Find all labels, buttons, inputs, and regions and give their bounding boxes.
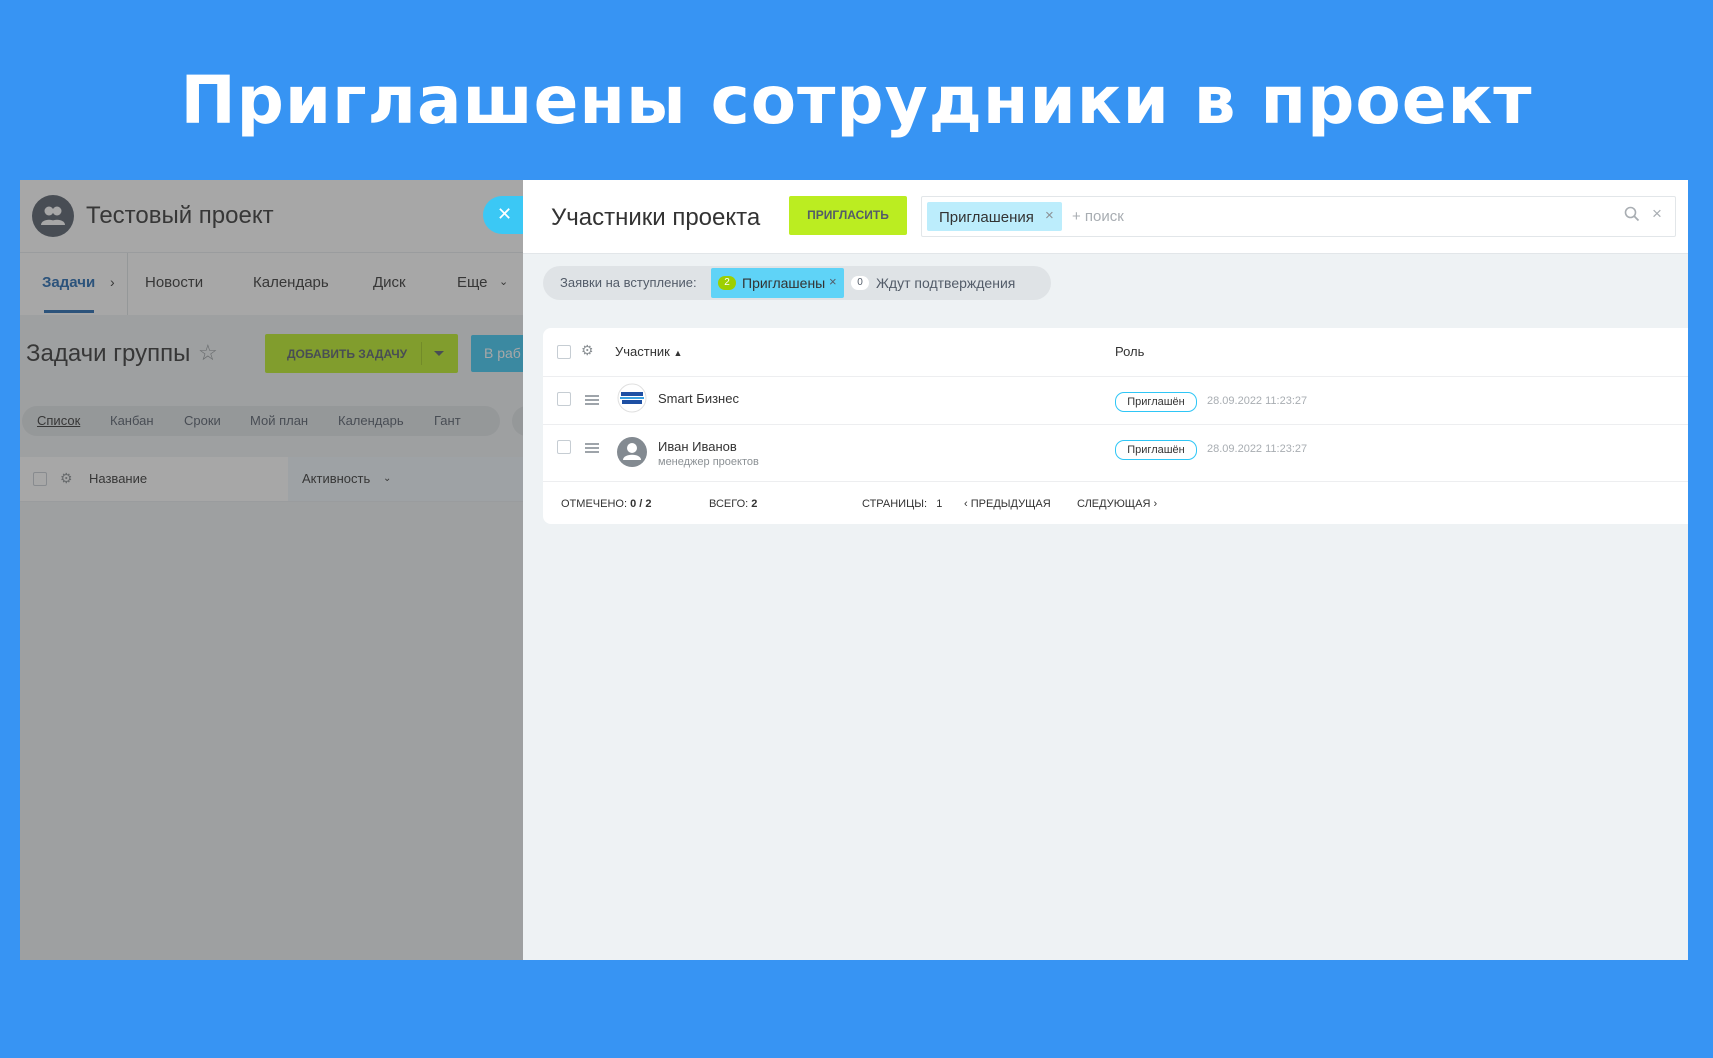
prev-label: ПРЕДЫДУЩАЯ [970,498,1051,510]
menu-icon[interactable] [585,395,599,397]
column-member-label: Участник [615,344,670,359]
invite-date: 28.09.2022 11:23:27 [1207,443,1308,455]
role-badge: Приглашён [1115,440,1197,460]
banner-title: Приглашены сотрудники в проект [180,62,1533,139]
total-value: 2 [751,498,758,510]
member-position: менеджер проектов [658,456,759,468]
chevron-up-icon: ▲ [673,348,683,358]
panel-title: Участники проекта [551,204,761,231]
panel-header: Участники проекта ПРИГЛАСИТЬ Приглашения… [523,180,1688,254]
filter-chip[interactable]: Приглашения × [927,202,1062,231]
app-window: Тестовый проект Задачи › Новости Календа… [20,180,1688,960]
close-slider-button[interactable]: ✕ [483,196,523,234]
grid-header: ⚙ Участник ▲ Роль [543,328,1688,377]
clear-search-icon[interactable]: × [1652,204,1662,224]
table-row[interactable]: Smart Бизнес Приглашён 28.09.2022 11:23:… [543,377,1688,425]
invited-count: 2 [718,276,736,290]
members-panel: Участники проекта ПРИГЛАСИТЬ Приглашения… [523,180,1688,960]
next-label: СЛЕДУЮЩАЯ [1077,498,1151,510]
remove-filter-icon[interactable]: × [829,274,837,289]
search-icon[interactable] [1624,206,1640,227]
requests-filter: Заявки на вступление: 2 Приглашены × 0 Ж… [543,266,1051,300]
search-input[interactable]: + поиск [1072,208,1124,225]
remove-filter-icon[interactable]: × [1045,207,1054,224]
pending-count: 0 [851,276,869,290]
member-name[interactable]: Иван Иванов [658,439,737,454]
selected-label: ОТМЕЧЕНО: [561,498,627,510]
member-name[interactable]: Smart Бизнес [658,391,739,406]
gear-icon[interactable]: ⚙ [581,342,594,359]
invited-label: Приглашены [742,275,826,291]
invite-date: 28.09.2022 11:23:27 [1207,395,1308,407]
pages-label: СТРАНИЦЫ: [862,498,928,510]
column-role[interactable]: Роль [1115,344,1144,359]
role-badge: Приглашён [1115,392,1197,412]
next-page-button[interactable]: СЛЕДУЮЩАЯ › [1077,498,1157,510]
menu-icon[interactable] [585,443,599,445]
grid-footer: ОТМЕЧЕНО: 0 / 2 ВСЕГО: 2 СТРАНИЦЫ: 1 ‹ П… [543,482,1688,524]
total-label: ВСЕГО: [709,498,749,510]
column-member[interactable]: Участник ▲ [615,344,682,359]
company-logo [617,383,647,413]
close-icon: ✕ [497,204,513,224]
prev-page-button[interactable]: ‹ ПРЕДЫДУЩАЯ [964,498,1051,510]
select-all-checkbox[interactable] [557,345,571,359]
pages-counter: СТРАНИЦЫ: 1 [862,498,942,510]
project-page: Тестовый проект Задачи › Новости Календа… [20,180,523,960]
invite-button[interactable]: ПРИГЛАСИТЬ [789,196,907,235]
selected-value: 0 / 2 [630,498,652,510]
filter-invited[interactable]: 2 Приглашены × [711,268,844,298]
table-row[interactable]: Иван Иванов менеджер проектов Приглашён … [543,425,1688,482]
search-filter[interactable]: Приглашения × + поиск × [921,196,1676,237]
row-checkbox[interactable] [557,392,571,406]
requests-label: Заявки на вступление: [560,275,697,290]
pages-value[interactable]: 1 [936,498,942,510]
total-counter: ВСЕГО: 2 [709,498,757,510]
filter-pending[interactable]: Ждут подтверждения [876,275,1015,291]
chevron-left-icon: ‹ [964,498,968,510]
filter-chip-label: Приглашения [939,209,1034,226]
selected-counter: ОТМЕЧЕНО: 0 / 2 [561,498,651,510]
members-grid: ⚙ Участник ▲ Роль Smart Бизнес Приглашён… [543,328,1688,524]
overlay-dim[interactable] [20,180,523,960]
user-avatar-icon [617,437,647,467]
chevron-right-icon: › [1153,498,1158,510]
row-checkbox[interactable] [557,440,571,454]
